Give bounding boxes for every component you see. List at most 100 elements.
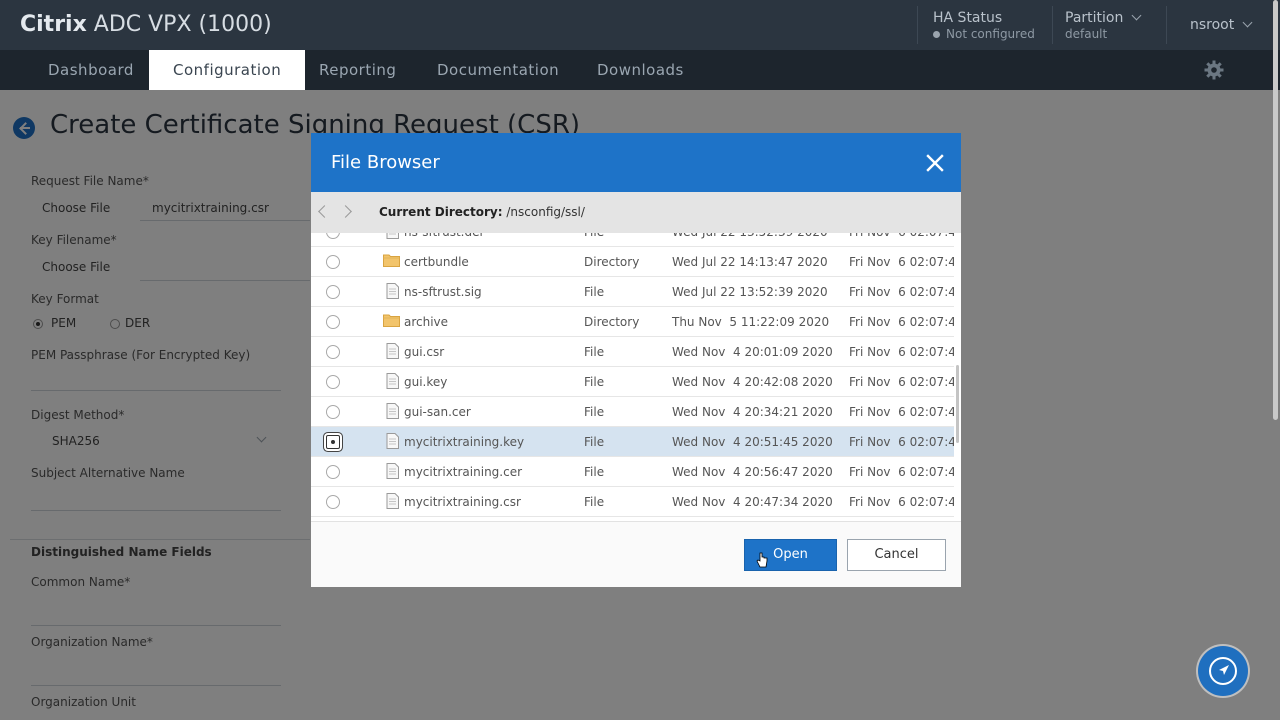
file-created: Fri Nov 6 02:07:46 2020 bbox=[849, 345, 954, 359]
current-directory: Current Directory: /nsconfig/ssl/ bbox=[379, 205, 585, 219]
brand-logo: Citrix ADC VPX (1000) bbox=[20, 12, 272, 37]
file-icon bbox=[386, 283, 399, 302]
file-row[interactable]: archive Directory Thu Nov 5 11:22:09 2020 F… bbox=[311, 307, 954, 337]
file-icon bbox=[386, 493, 399, 512]
file-row-radio[interactable] bbox=[326, 315, 340, 329]
file-modified: Wed Nov 4 20:47:34 2020 bbox=[672, 495, 833, 509]
file-created: Fri Nov 6 02:07:46 2020 bbox=[849, 233, 954, 239]
user-name: nsroot bbox=[1190, 17, 1235, 33]
file-created: Fri Nov 6 02:07:46 2020 bbox=[849, 435, 954, 449]
file-icon bbox=[386, 403, 399, 422]
file-icon bbox=[386, 433, 399, 452]
tab-dashboard[interactable]: Dashboard bbox=[48, 50, 134, 90]
file-list: ns-sftrust.der File Wed Jul 22 13:52:39 20… bbox=[311, 233, 954, 521]
file-row[interactable]: gui-san.cer File Wed Nov 4 20:34:21 2020 Fr… bbox=[311, 397, 954, 427]
tab-reporting[interactable]: Reporting bbox=[319, 50, 396, 90]
ha-status[interactable]: HA Status Not configured bbox=[933, 10, 1035, 41]
status-dot-icon bbox=[933, 31, 940, 38]
file-row[interactable]: mycitrixtraining.key File Wed Nov 4 20:51:… bbox=[311, 427, 954, 457]
file-created: Fri Nov 6 02:07:46 2020 bbox=[849, 465, 954, 479]
dialog-title: File Browser bbox=[331, 152, 440, 173]
partition-selector[interactable]: Partition default bbox=[1065, 10, 1142, 41]
file-name: mycitrixtraining.cer bbox=[404, 465, 523, 479]
file-created: Fri Nov 6 02:07:46 2020 bbox=[849, 285, 954, 299]
file-row-radio[interactable] bbox=[326, 375, 340, 389]
file-row[interactable]: mycitrixtraining.cer File Wed Nov 4 20:56:… bbox=[311, 457, 954, 487]
file-name: certbundle bbox=[404, 255, 469, 269]
chevron-down-icon bbox=[1242, 17, 1253, 28]
file-type: File bbox=[584, 285, 605, 299]
file-name: gui.key bbox=[404, 375, 448, 389]
file-modified: Wed Jul 22 13:52:39 2020 bbox=[672, 285, 828, 299]
file-name: ns-sftrust.sig bbox=[404, 285, 482, 299]
dialog-header: File Browser bbox=[311, 133, 961, 192]
back-nav-icon[interactable] bbox=[318, 205, 331, 218]
user-menu[interactable]: nsroot bbox=[1190, 17, 1253, 33]
file-name: ns-sftrust.der bbox=[404, 233, 484, 239]
file-created: Fri Nov 6 02:07:46 2020 bbox=[849, 255, 954, 269]
file-list-scrollbar[interactable] bbox=[956, 365, 959, 443]
file-created: Fri Nov 6 02:07:46 2020 bbox=[849, 375, 954, 389]
forward-nav-icon[interactable] bbox=[339, 205, 352, 218]
page-scrollbar[interactable] bbox=[1273, 0, 1278, 420]
folder-icon bbox=[383, 253, 400, 270]
compass-arrow-icon bbox=[1209, 657, 1237, 685]
file-name: archive bbox=[404, 315, 449, 329]
file-type: Directory bbox=[584, 255, 640, 269]
file-type: File bbox=[584, 435, 605, 449]
header-divider bbox=[1166, 6, 1167, 44]
file-row[interactable]: ns-sftrust.der File Wed Jul 22 13:52:39 20… bbox=[311, 233, 954, 247]
file-modified: Wed Nov 4 20:42:08 2020 bbox=[672, 375, 833, 389]
file-row-radio[interactable] bbox=[326, 465, 340, 479]
file-row-radio[interactable] bbox=[326, 405, 340, 419]
close-icon[interactable] bbox=[925, 153, 945, 173]
tab-documentation[interactable]: Documentation bbox=[437, 50, 559, 90]
file-modified: Thu Nov 5 11:22:09 2020 bbox=[672, 315, 830, 329]
file-type: Directory bbox=[584, 315, 640, 329]
file-name: mycitrixtraining.csr bbox=[404, 495, 521, 509]
file-row-radio[interactable] bbox=[326, 233, 340, 239]
file-browser-dialog: File Browser Current Directory: /nsconfi… bbox=[311, 133, 961, 587]
file-name: gui.csr bbox=[404, 345, 445, 359]
file-created: Fri Nov 6 02:07:46 2020 bbox=[849, 315, 954, 329]
file-type: File bbox=[584, 375, 605, 389]
partition-value: default bbox=[1065, 27, 1108, 41]
navigation-fab[interactable] bbox=[1198, 646, 1248, 696]
file-icon bbox=[386, 373, 399, 392]
dialog-footer: Open Cancel bbox=[311, 521, 961, 587]
gear-icon[interactable] bbox=[1204, 60, 1224, 80]
file-row-radio[interactable] bbox=[326, 285, 340, 299]
cancel-button[interactable]: Cancel bbox=[847, 539, 946, 571]
tab-configuration[interactable]: Configuration bbox=[149, 50, 306, 90]
file-modified: Wed Jul 22 13:52:39 2020 bbox=[672, 233, 828, 239]
file-row[interactable]: certbundle Directory Wed Jul 22 14:13:47 2… bbox=[311, 247, 954, 277]
file-name: gui-san.cer bbox=[404, 405, 471, 419]
file-row-radio[interactable] bbox=[326, 255, 340, 269]
file-type: File bbox=[584, 345, 605, 359]
file-row[interactable]: gui.key File Wed Nov 4 20:42:08 2020 Fri No… bbox=[311, 367, 954, 397]
current-directory-path: /nsconfig/ssl/ bbox=[506, 205, 585, 219]
file-icon bbox=[386, 343, 399, 362]
ha-status-value: Not configured bbox=[946, 27, 1035, 41]
chevron-down-icon bbox=[1131, 10, 1142, 21]
file-type: File bbox=[584, 465, 605, 479]
file-modified: Wed Jul 22 14:13:47 2020 bbox=[672, 255, 828, 269]
main-nav: Dashboard Configuration Reporting Docume… bbox=[0, 50, 1280, 90]
file-row[interactable]: mycitrixtraining.csr File Wed Nov 4 20:47:… bbox=[311, 487, 954, 517]
file-modified: Wed Nov 4 20:34:21 2020 bbox=[672, 405, 833, 419]
file-row-radio[interactable] bbox=[326, 345, 340, 359]
file-icon bbox=[386, 463, 399, 482]
file-modified: Wed Nov 4 20:51:45 2020 bbox=[672, 435, 833, 449]
folder-icon bbox=[383, 313, 400, 330]
hand-cursor-icon bbox=[756, 552, 768, 568]
file-name: mycitrixtraining.key bbox=[404, 435, 525, 449]
file-type: File bbox=[584, 405, 605, 419]
file-row[interactable]: gui.csr File Wed Nov 4 20:01:09 2020 Fri No… bbox=[311, 337, 954, 367]
file-modified: Wed Nov 4 20:56:47 2020 bbox=[672, 465, 833, 479]
file-row[interactable]: ns-sftrust.sig File Wed Jul 22 13:52:39 20… bbox=[311, 277, 954, 307]
header-divider bbox=[1052, 6, 1053, 44]
file-row-radio[interactable] bbox=[326, 495, 340, 509]
tab-downloads[interactable]: Downloads bbox=[597, 50, 684, 90]
file-type: File bbox=[584, 233, 604, 239]
file-row-radio[interactable] bbox=[326, 435, 340, 449]
